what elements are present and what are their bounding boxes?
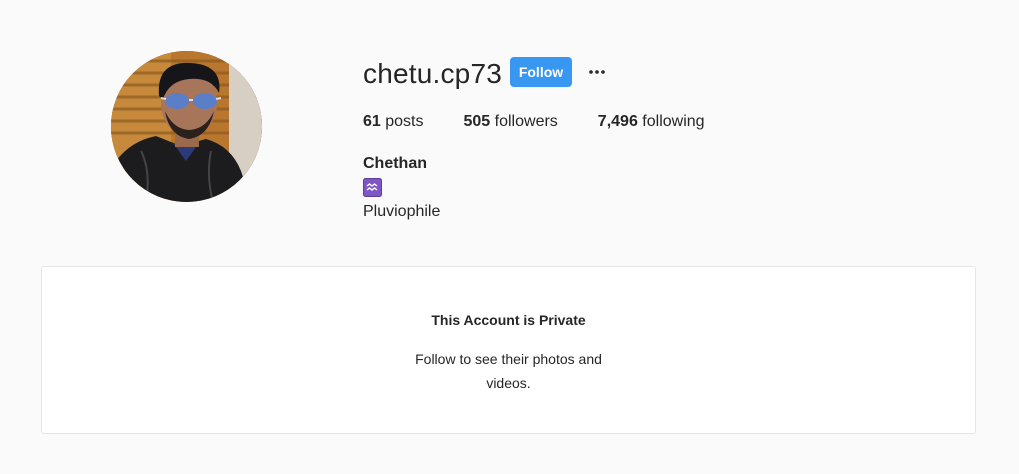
private-account-card: This Account is Private Follow to see th… xyxy=(41,266,976,434)
posts-stat: 61 posts xyxy=(363,112,424,132)
followers-label: followers xyxy=(494,113,558,130)
profile-avatar xyxy=(111,51,262,202)
following-stat[interactable]: 7,496 following xyxy=(598,112,705,132)
posts-label: posts xyxy=(385,113,424,130)
following-count: 7,496 xyxy=(597,113,638,130)
following-label: following xyxy=(642,113,705,130)
more-options-button[interactable] xyxy=(585,60,609,84)
followers-stat[interactable]: 505 followers xyxy=(464,112,558,132)
profile-username: chetu.cp73 xyxy=(363,58,502,89)
posts-count: 61 xyxy=(363,113,381,130)
profile-full-name: Chethan xyxy=(363,155,427,172)
profile-stats: 61 posts 505 followers 7,496 following xyxy=(363,112,705,132)
avatar-photo xyxy=(111,51,262,202)
aquarius-icon xyxy=(363,178,382,197)
private-account-title: This Account is Private xyxy=(431,312,586,328)
profile-bio: Chethan Pluviophile xyxy=(363,152,440,224)
follow-button[interactable]: Follow xyxy=(510,57,572,87)
followers-count: 505 xyxy=(463,113,491,130)
ellipsis-icon xyxy=(589,70,605,74)
private-account-message: Follow to see their photos and videos. xyxy=(415,351,602,391)
profile-bio-text: Pluviophile xyxy=(363,203,441,220)
